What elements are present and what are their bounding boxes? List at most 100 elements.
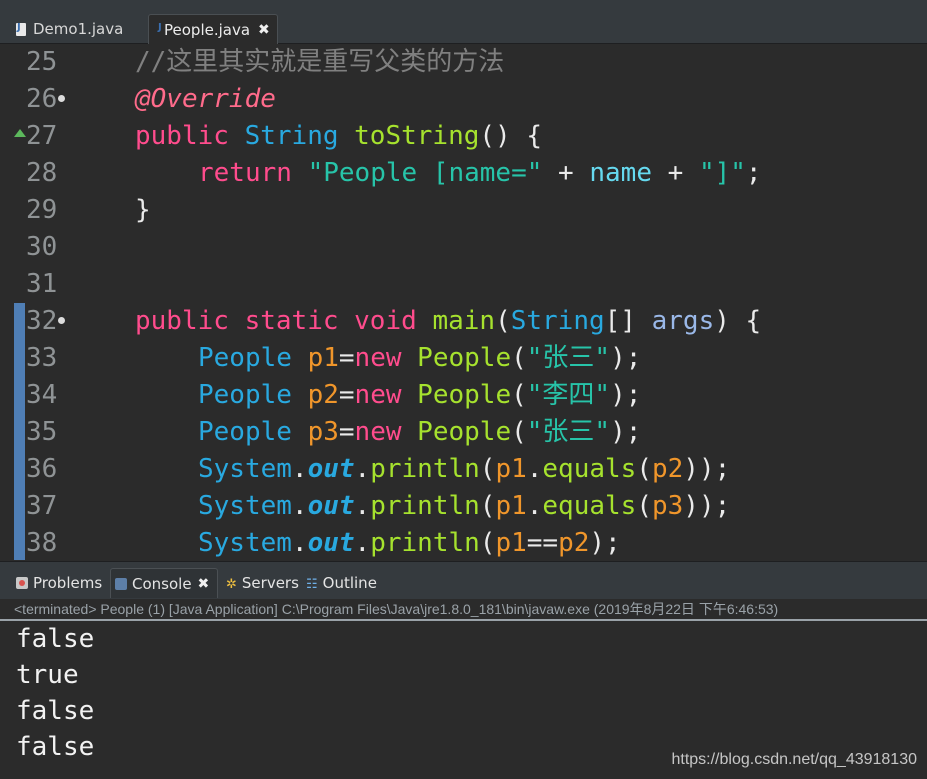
code-token: println [370, 454, 480, 484]
code-token: + [651, 158, 699, 188]
code-token: return [198, 158, 292, 188]
code-text: People p3=new People("张三"); [71, 414, 641, 451]
code-token: ( [495, 306, 511, 336]
tab-console[interactable]: Console ✖ [110, 568, 218, 598]
code-token: public [135, 121, 229, 151]
code-line[interactable]: 25 //这里其实就是重写父类的方法 [0, 44, 927, 81]
code-line[interactable]: 35 People p3=new People("张三"); [0, 414, 927, 451]
code-token: . [354, 528, 371, 558]
code-line[interactable]: 32 public static void main(String[] args)… [0, 303, 927, 340]
fold-toggle-icon[interactable] [58, 317, 65, 324]
console-status-line: <terminated> People (1) [Java Applicatio… [0, 599, 927, 621]
code-editor[interactable]: 25 //这里其实就是重写父类的方法 26 @Override 27 public Str… [0, 44, 927, 560]
code-line[interactable]: 37 System.out.println(p1.equals(p3)); [0, 488, 927, 525]
code-token: String [244, 121, 339, 151]
code-token: ); [610, 380, 642, 410]
code-token: ( [479, 491, 496, 521]
code-token: out [307, 491, 355, 521]
tab-label: Problems [33, 574, 103, 592]
line-number: 29 [26, 195, 58, 225]
console-output-line: false [16, 624, 95, 654]
line-number: 28 [26, 158, 58, 188]
close-icon[interactable]: ✖ [258, 22, 270, 38]
code-token: ( [511, 380, 527, 410]
code-token: . [291, 491, 308, 521]
tab-demo1-java[interactable]: Demo1.java [8, 14, 144, 44]
code-token: = [338, 417, 355, 447]
editor-tab-bar: Demo1.java People.java ✖ [0, 0, 927, 44]
code-line[interactable]: 29} [0, 192, 927, 229]
code-token: ( [511, 417, 527, 447]
code-token: "李四" [526, 380, 611, 410]
change-ruler-mark [14, 451, 25, 488]
code-token: System [198, 528, 292, 558]
code-token: . [291, 454, 308, 484]
code-token: = [338, 380, 355, 410]
tab-problems[interactable]: Problems [12, 568, 106, 598]
tab-label: People.java [164, 20, 251, 39]
code-token: p3 [307, 417, 339, 447]
code-token: ( [479, 528, 496, 558]
code-line[interactable]: 31 [0, 266, 927, 303]
code-token: ); [610, 417, 642, 447]
code-token: "张三" [526, 343, 611, 373]
code-token: ( [511, 343, 527, 373]
code-token: ( [636, 491, 652, 521]
code-token: ); [610, 343, 642, 373]
change-ruler-mark [14, 340, 25, 377]
code-token: ( [636, 454, 652, 484]
code-token: String [510, 306, 605, 336]
code-text: People p2=new People("李四"); [71, 377, 641, 414]
change-ruler-mark [14, 303, 25, 340]
code-token: People [417, 380, 512, 410]
code-token: ; [745, 158, 762, 188]
code-text: return "People [name=" + name + "]"; [71, 155, 762, 192]
code-line[interactable]: 34 People p2=new People("李四"); [0, 377, 927, 414]
code-token: == [526, 528, 559, 558]
override-triangle-icon [14, 129, 26, 137]
tab-label: Servers [241, 574, 299, 592]
code-line[interactable]: 36 System.out.println(p1.equals(p2)); [0, 451, 927, 488]
fold-toggle-icon[interactable] [58, 95, 65, 102]
code-text: System.out.println(p1==p2); [71, 525, 621, 560]
tab-outline[interactable]: ☷ Outline [302, 568, 381, 598]
code-token: . [291, 528, 308, 558]
code-line[interactable]: 27 public String toString() { [0, 118, 927, 155]
code-token: equals [542, 491, 637, 521]
close-icon[interactable]: ✖ [198, 576, 210, 592]
line-number: 27 [26, 121, 58, 151]
line-number: 36 [26, 454, 58, 484]
code-token: People [198, 343, 292, 373]
code-line[interactable]: 38 System.out.println(p1==p2); [0, 525, 927, 560]
code-token: public [135, 306, 229, 336]
code-line[interactable]: 30 [0, 229, 927, 266]
line-number: 30 [26, 232, 58, 262]
tab-people-java[interactable]: People.java ✖ [148, 14, 278, 44]
code-token: = [338, 343, 355, 373]
code-token: void [354, 306, 417, 336]
code-token: toString [354, 121, 480, 151]
code-token: People [417, 343, 512, 373]
code-line[interactable]: 26 @Override [0, 81, 927, 118]
line-number: 38 [26, 528, 58, 558]
code-line[interactable]: 33 People p1=new People("张三"); [0, 340, 927, 377]
code-text: //这里其实就是重写父类的方法 [71, 44, 504, 81]
code-token: p1 [307, 343, 339, 373]
tab-servers[interactable]: ✲ Servers [222, 568, 303, 598]
code-token: )); [683, 491, 731, 521]
code-token: "]" [698, 158, 746, 188]
console-output-line: false [16, 732, 95, 762]
code-text: System.out.println(p1.equals(p2)); [71, 451, 730, 488]
change-ruler-mark [14, 488, 25, 525]
code-line[interactable]: 28 return "People [name=" + name + "]"; [0, 155, 927, 192]
